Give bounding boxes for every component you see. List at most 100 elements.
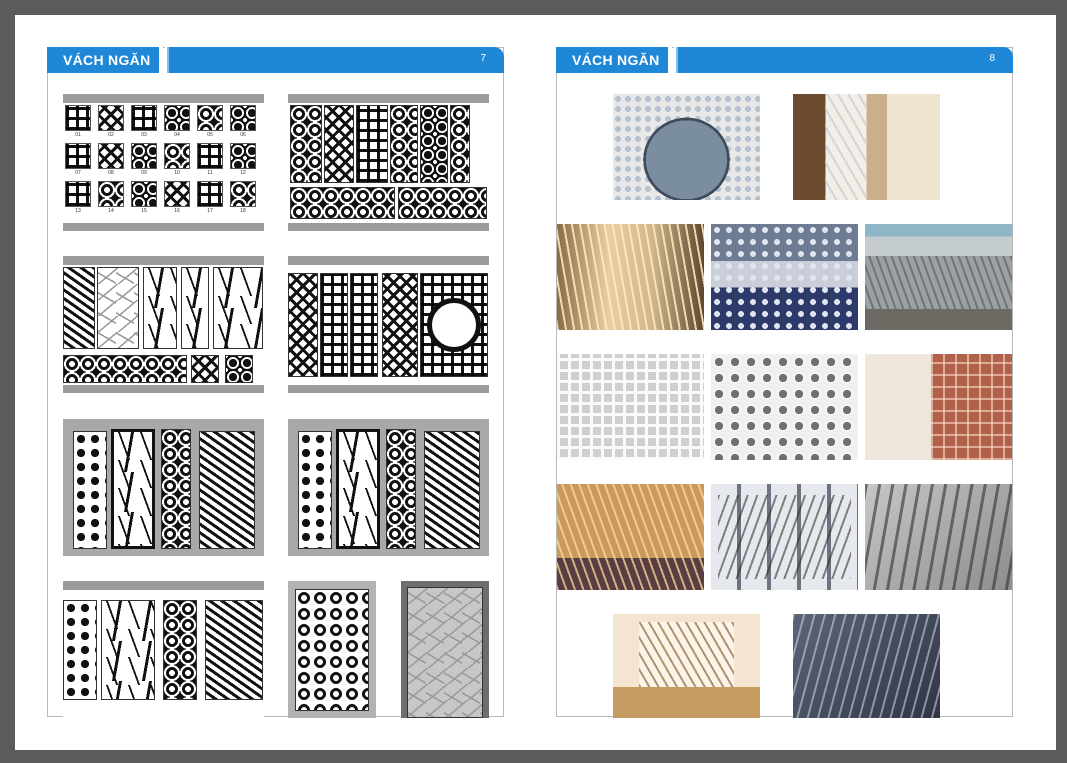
swatch-number: 14 (108, 208, 114, 214)
panel-small-square (191, 355, 219, 383)
pattern-catalog-swatches: 01 02 03 04 05 06 07 08 09 10 11 12 13 14 15 16 17 18 (63, 94, 264, 231)
pattern-swatch (131, 181, 157, 207)
panel-chinese-knot (320, 273, 348, 377)
swatch-number: 15 (141, 208, 147, 214)
panel-crackle (97, 267, 139, 349)
page-right: VÁCH NGĂN 8 (556, 47, 1013, 718)
panel-pebble (163, 600, 197, 700)
pattern-catalog-floral-c (63, 581, 264, 718)
pattern-swatch (164, 105, 190, 131)
page-number: 7 (480, 53, 486, 64)
pattern-swatch (65, 181, 91, 207)
panel-vine-tree (336, 429, 380, 549)
header-band: 8 (674, 47, 1013, 73)
header-gap (159, 47, 163, 73)
panel-border-strip-b (398, 187, 487, 219)
panel-pebble (386, 429, 416, 549)
photo-steel-bamboo (793, 614, 940, 718)
pattern-swatch (131, 105, 157, 131)
swatch-number: 04 (174, 132, 180, 138)
document-spread: VÁCH NGĂN 7 01 02 03 04 05 06 07 08 09 10 11 12 13 14… (15, 15, 1056, 750)
panel-blossom (63, 600, 97, 700)
swatch-number: 11 (207, 170, 213, 176)
panel-leaf (424, 431, 480, 549)
photo-floral-fence (711, 224, 858, 330)
panel-zigzag (288, 273, 318, 377)
swatch-number: 16 (174, 208, 180, 214)
swatch-number: 17 (207, 208, 213, 214)
pattern-catalog-floral-a (63, 419, 264, 556)
header-gap (668, 47, 672, 73)
pattern-swatch (197, 105, 223, 131)
page-header: VÁCH NGĂN 7 (47, 47, 504, 73)
pattern-swatch (230, 143, 256, 169)
pattern-swatch (98, 105, 124, 131)
pattern-catalog-triangle-mesh (401, 581, 489, 718)
pattern-swatch (197, 181, 223, 207)
photo-white-lattice (557, 354, 704, 460)
panel-swirl (290, 105, 322, 183)
panel-cloud-strip (63, 355, 187, 383)
photo-peacock-screen (613, 94, 760, 200)
panel-tree-c (213, 267, 263, 349)
swatch-number: 12 (240, 170, 246, 176)
photo-nature-panels (711, 484, 858, 590)
panel-geometric (324, 105, 354, 183)
panel-diamond-grid (382, 273, 418, 377)
section-title: VÁCH NGĂN (47, 47, 159, 73)
swatch-number: 13 (75, 208, 81, 214)
pattern-swatch (197, 143, 223, 169)
panel-blossom (298, 431, 332, 549)
panel-vine (450, 105, 470, 183)
swatch-number: 05 (207, 132, 213, 138)
panel-pebble (161, 429, 191, 549)
photo-rose-grid-partition (865, 354, 1012, 460)
swatch-number: 02 (108, 132, 114, 138)
panel-scroll (390, 105, 418, 183)
panel-leaf (199, 431, 255, 549)
page-left: VÁCH NGĂN 7 01 02 03 04 05 06 07 08 09 10 11 12 13 14… (47, 47, 504, 718)
header-band: 7 (165, 47, 504, 73)
photo-gold-wall (557, 484, 704, 590)
panel-fret-grid (350, 273, 378, 377)
photo-bamboo-panel (865, 484, 1012, 590)
panel-vine-tree (111, 429, 155, 549)
swatch-number: 06 (240, 132, 246, 138)
swatch-number: 18 (240, 208, 246, 214)
pattern-catalog-floral-b (288, 419, 489, 556)
page-header: VÁCH NGĂN 8 (556, 47, 1013, 73)
pattern-catalog-trees (63, 256, 264, 393)
pattern-swatch (65, 143, 91, 169)
swatch-number: 08 (108, 170, 114, 176)
panel-vine-tree (101, 600, 155, 700)
photo-cabinet-partition (613, 614, 760, 718)
panel-leaves (63, 267, 95, 349)
pattern-catalog-panels (288, 94, 489, 231)
swatch-number: 10 (174, 170, 180, 176)
pattern-swatch (164, 181, 190, 207)
panel-leaf (205, 600, 263, 700)
page-number: 8 (989, 53, 995, 64)
swatch-number: 09 (141, 170, 147, 176)
swatch-number: 01 (75, 132, 81, 138)
pattern-swatch (98, 181, 124, 207)
pattern-swatch (131, 143, 157, 169)
panel-floral (420, 105, 448, 183)
medallion-circle (427, 298, 481, 352)
swatch-number: 07 (75, 170, 81, 176)
swatch-number: 03 (141, 132, 147, 138)
panel-shell (225, 355, 253, 383)
pattern-swatch (65, 105, 91, 131)
panel-tree-a (143, 267, 177, 349)
photo-backlit-lattice (557, 224, 704, 330)
pattern-swatch (230, 181, 256, 207)
panel-triangle-mesh (407, 587, 483, 718)
photo-restaurant-partition (793, 94, 940, 200)
panel-peacock (295, 589, 369, 711)
panel-medallion (420, 273, 488, 377)
panel-blossom (73, 431, 107, 549)
section-title: VÁCH NGĂN (556, 47, 668, 73)
pattern-catalog-peacock (288, 581, 376, 718)
pattern-swatch (98, 143, 124, 169)
panel-lattice (356, 105, 388, 183)
